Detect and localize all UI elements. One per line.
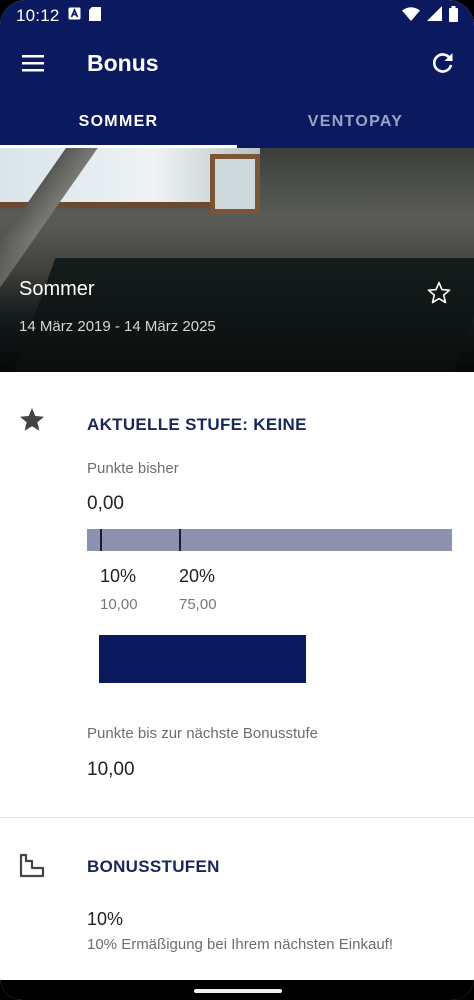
star-filled-icon (18, 406, 46, 434)
points-progress-bar (87, 529, 452, 551)
refresh-icon[interactable] (430, 50, 456, 76)
app-bar: Bonus (0, 32, 474, 96)
bonus-level-percent: 10% (87, 909, 124, 929)
level-threshold: 10,00 (100, 596, 138, 613)
level-percent: 20% (179, 566, 216, 586)
current-level-title: AKTUELLE STUFE: KEINE (87, 415, 307, 434)
status-bar: 10:12 (0, 0, 474, 32)
bonus-hero-image: Sommer 14 März 2019 - 14 März 2025 (0, 148, 474, 372)
progress-tick-level-1 (100, 529, 102, 551)
next-level-points-label: Punkte bis zur nächste Bonusstufe (87, 725, 318, 742)
bonus-levels-title: BONUSSTUFEN (87, 857, 220, 876)
page-title: Bonus (87, 50, 159, 76)
status-time: 10:12 (16, 6, 60, 25)
system-navigation-bar (0, 980, 474, 1000)
level-percent: 10% (100, 566, 137, 586)
bonus-program-name: Sommer (19, 278, 95, 300)
phone-screen: 10:12 Bonus SOMMER VENTOPAY Sommer 14 Mä… (0, 0, 474, 1000)
section-divider (0, 817, 474, 818)
tab-sommer[interactable]: SOMMER (0, 96, 237, 148)
favorite-star-icon[interactable] (426, 280, 452, 306)
battery-icon (449, 5, 458, 27)
menu-icon[interactable] (21, 52, 47, 74)
sd-card-icon (88, 6, 101, 26)
status-icons (402, 5, 458, 27)
cell-signal-icon (427, 6, 442, 26)
notification-a-icon (68, 7, 81, 25)
stairs-icon (18, 852, 46, 880)
progress-tick-level-2 (179, 529, 181, 551)
points-value: 0,00 (87, 493, 124, 514)
next-level-points-value: 10,00 (87, 759, 135, 780)
wifi-icon (402, 6, 420, 26)
points-label: Punkte bisher (87, 460, 179, 477)
hero-shade (0, 148, 474, 372)
bonus-program-dates: 14 März 2019 - 14 März 2025 (19, 318, 216, 335)
home-gesture-handle[interactable] (194, 989, 282, 993)
bonus-level-description: 10% Ermäßigung bei Ihrem nächsten Einkau… (87, 936, 393, 953)
level-threshold: 75,00 (179, 596, 217, 613)
activate-bonus-button[interactable]: BONUS AKTIVIEREN (99, 635, 306, 683)
tab-ventopay[interactable]: VENTOPAY (237, 96, 474, 148)
tab-bar: SOMMER VENTOPAY (0, 96, 474, 148)
